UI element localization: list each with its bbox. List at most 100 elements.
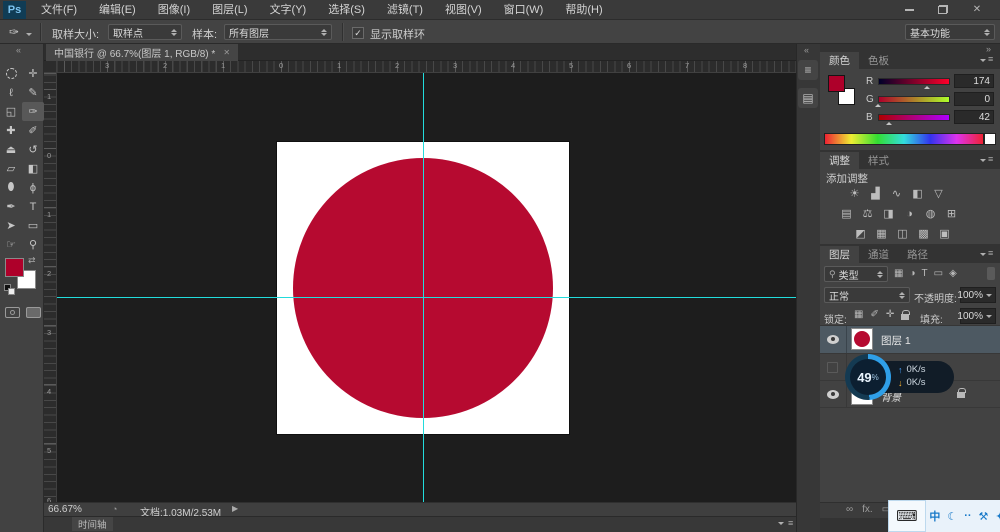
lock-position-icon[interactable]: ✛: [886, 309, 894, 320]
color-panel-menu-icon[interactable]: [980, 59, 986, 62]
filter-pixel-layers-icon[interactable]: ▦: [894, 268, 903, 279]
color-fg-swatch[interactable]: [828, 75, 845, 92]
lock-transparent-pixels-icon[interactable]: ▦: [854, 309, 863, 320]
eyedropper-options-icon[interactable]: ✑: [9, 25, 19, 39]
ruler-horizontal[interactable]: 3 2 1 0 1 2 3 4 5 6 7 8: [57, 61, 796, 73]
menu-select[interactable]: 选择(S): [317, 0, 376, 20]
channel-g-value[interactable]: 0: [954, 92, 994, 106]
brush-tool[interactable]: ✐: [22, 121, 44, 140]
tab-close-icon[interactable]: ✕: [223, 48, 230, 57]
ruler-corner[interactable]: [44, 61, 57, 73]
vibrance-icon[interactable]: ▽: [930, 186, 947, 201]
lock-image-pixels-icon[interactable]: ✐: [870, 309, 878, 320]
layer1-visibility-eye-icon[interactable]: [827, 335, 839, 344]
tab-layers[interactable]: 图层: [820, 246, 859, 263]
toolbar-collapse-icon[interactable]: «: [16, 45, 21, 55]
channel-b-value[interactable]: 42: [954, 110, 994, 124]
history-brush-tool[interactable]: ↺: [22, 140, 44, 159]
channel-mixer-icon[interactable]: ◍: [922, 206, 939, 221]
minimize-button[interactable]: [892, 0, 926, 19]
clipped-tray-icon[interactable]: ✦: [995, 510, 1000, 523]
tab-color[interactable]: 颜色: [820, 52, 859, 69]
swap-colors-icon[interactable]: ⇄: [28, 255, 36, 266]
brightness-contrast-icon[interactable]: ☀: [846, 186, 863, 201]
menu-edit[interactable]: 编辑(E): [88, 0, 147, 20]
eraser-tool[interactable]: ▱: [0, 159, 22, 178]
hand-tool[interactable]: ☞: [0, 235, 22, 254]
document-tab[interactable]: 中国银行 @ 66.7%(图层 1, RGB/8) * ✕: [46, 44, 238, 61]
pen-tool[interactable]: ✒: [0, 197, 22, 216]
tab-styles[interactable]: 样式: [859, 152, 898, 169]
foreground-color-swatch[interactable]: [5, 258, 24, 277]
layer1-name[interactable]: 图层 1: [881, 333, 911, 348]
color-panel-menu-lines-icon[interactable]: ≡: [988, 54, 993, 64]
collapsed-panel-info-icon[interactable]: ▤: [798, 88, 818, 108]
channel-g-thumb[interactable]: [875, 104, 881, 107]
touch-keyboard-button[interactable]: ⌨: [888, 500, 926, 532]
rectangle-tool[interactable]: ▭: [22, 216, 44, 235]
curves-icon[interactable]: ∿: [888, 186, 905, 201]
channel-b-thumb[interactable]: [886, 122, 892, 125]
close-button[interactable]: ✕: [960, 0, 994, 19]
menu-type[interactable]: 文字(Y): [259, 0, 318, 20]
dodge-tool[interactable]: ϕ: [22, 178, 44, 197]
photo-filter-icon[interactable]: ◑: [901, 206, 918, 221]
gradient-tool[interactable]: ◧: [22, 159, 44, 178]
layer-style-fx-icon[interactable]: fx.: [862, 504, 873, 515]
lasso-tool[interactable]: ℓ: [0, 83, 22, 102]
layer-filter-type-dropdown[interactable]: ⚲类型: [824, 266, 888, 282]
eyedropper-tool[interactable]: ✑: [22, 102, 44, 121]
tool-preset-arrow-icon[interactable]: [26, 33, 32, 36]
screen-mode-button[interactable]: [26, 307, 41, 318]
fill-field[interactable]: 100%: [960, 308, 996, 324]
invert-icon[interactable]: ◩: [852, 226, 869, 241]
layers-panel-menu-icon[interactable]: [980, 253, 986, 256]
sample-dropdown[interactable]: 所有图层: [224, 24, 332, 40]
menu-view[interactable]: 视图(V): [434, 0, 493, 20]
posterize-icon[interactable]: ▦: [873, 226, 890, 241]
tab-channels[interactable]: 通道: [859, 246, 898, 263]
color-lookup-icon[interactable]: ⊞: [943, 206, 960, 221]
color-spectrum-ramp[interactable]: [824, 133, 984, 145]
link-layers-icon[interactable]: ∞: [846, 504, 853, 515]
sample-size-dropdown[interactable]: 取样点: [108, 24, 182, 40]
wrench-icon[interactable]: ⚒: [979, 510, 989, 523]
tab-swatches[interactable]: 色板: [859, 52, 898, 69]
hidden-layer-visibility-box[interactable]: [827, 362, 838, 373]
filter-smart-objects-icon[interactable]: ◈: [949, 268, 957, 279]
levels-icon[interactable]: ▟: [867, 186, 884, 201]
menu-image[interactable]: 图像(I): [147, 0, 201, 20]
adjustments-panel-menu-icon[interactable]: [980, 159, 986, 162]
color-balance-icon[interactable]: ⚖: [859, 206, 876, 221]
tab-timeline[interactable]: 时间轴: [72, 517, 113, 531]
filter-shape-layers-icon[interactable]: ▭: [934, 268, 943, 279]
channel-g-slider[interactable]: [878, 96, 950, 103]
menu-file[interactable]: 文件(F): [30, 0, 88, 20]
quick-selection-tool[interactable]: ✎: [22, 83, 44, 102]
spot-healing-brush-tool[interactable]: ✚: [0, 121, 22, 140]
opacity-field[interactable]: 100%: [960, 287, 996, 303]
more-dots-icon[interactable]: ··: [964, 510, 971, 522]
menu-help[interactable]: 帮助(H): [554, 0, 613, 20]
layers-panel-menu-lines-icon[interactable]: ≡: [988, 248, 993, 258]
moon-icon[interactable]: ☾: [947, 510, 957, 523]
zoom-level-field[interactable]: 66.67%: [48, 504, 82, 515]
channel-r-thumb[interactable]: [924, 86, 930, 89]
blur-tool[interactable]: ⬮: [0, 178, 22, 197]
crop-tool[interactable]: ◱: [0, 102, 22, 121]
gradient-map-icon[interactable]: ▩: [915, 226, 932, 241]
timeline-menu-icon[interactable]: ≡: [788, 518, 793, 528]
restore-button[interactable]: [926, 0, 960, 19]
spectrum-white-swatch[interactable]: [984, 133, 996, 145]
selective-color-icon[interactable]: ▣: [936, 226, 953, 241]
guide-horizontal[interactable]: [57, 297, 796, 298]
show-ring-checkbox[interactable]: ✓: [352, 27, 364, 39]
tab-paths[interactable]: 路径: [898, 246, 937, 263]
adjustments-panel-menu-lines-icon[interactable]: ≡: [988, 154, 993, 164]
ime-indicator[interactable]: 中: [929, 508, 940, 524]
workspace-dropdown[interactable]: 基本功能: [905, 24, 995, 40]
move-tool[interactable]: ✛: [22, 64, 44, 83]
ruler-vertical[interactable]: 1 0 1 2 3 4 5 6: [44, 73, 57, 502]
blend-mode-dropdown[interactable]: 正常: [824, 287, 910, 303]
layer-row-layer1[interactable]: 图层 1: [820, 326, 1000, 353]
